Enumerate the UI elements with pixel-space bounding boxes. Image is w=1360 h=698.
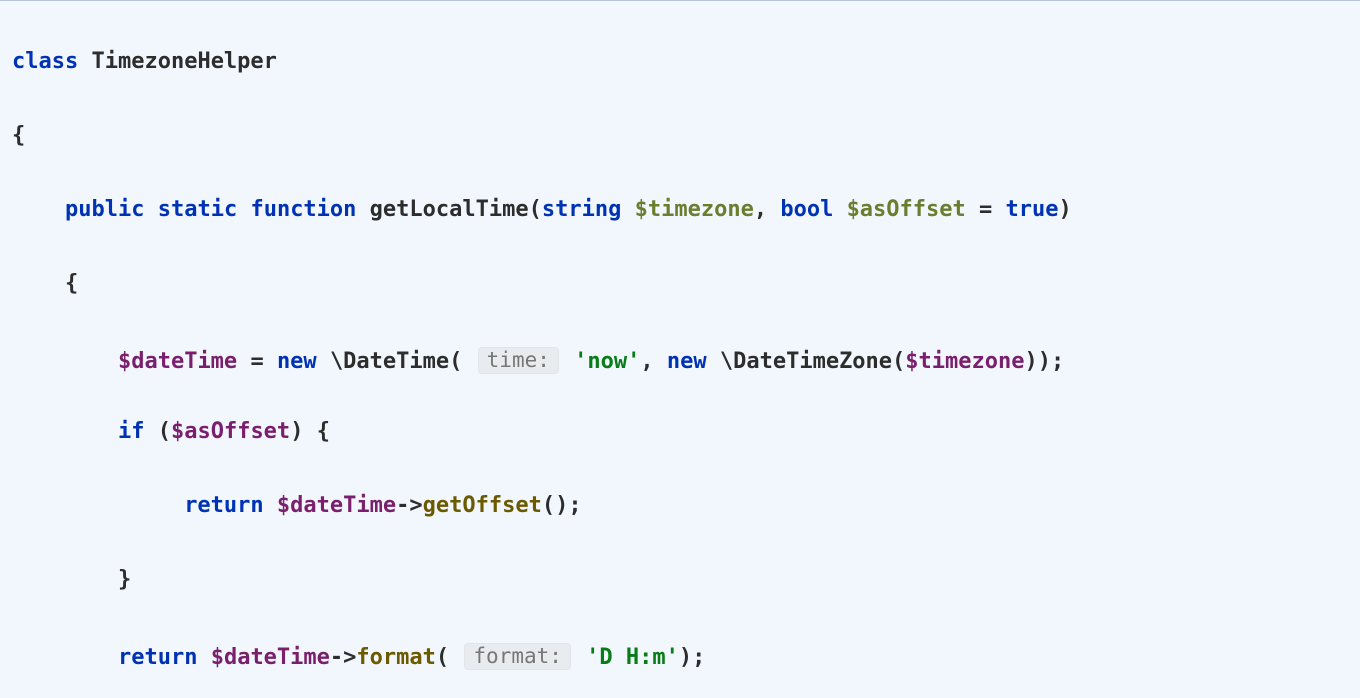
paren-close: )) [1025,349,1052,374]
paren-close: ) [1059,197,1072,222]
paren-open: ( [436,645,449,670]
paren-open: ( [449,349,462,374]
brace-close: } [118,567,131,592]
parens: () [542,493,569,518]
code-line[interactable]: if ($asOffset) { [12,421,1360,473]
class-ref-datetimezone: \DateTimeZone [720,349,892,374]
method-getoffset: getOffset [423,493,542,518]
code-line[interactable]: return $dateTime->format( format: 'D H:m… [12,643,1360,695]
keyword-new: new [667,349,707,374]
keyword-new: new [277,349,317,374]
brace-open: { [317,419,330,444]
method-format: format [356,645,435,670]
keyword-return: return [118,645,197,670]
param-asoffset: $asOffset [847,197,966,222]
keyword-if: if [118,419,145,444]
string-now: 'now' [574,349,640,374]
keyword-class: class [12,49,78,74]
var-datetime: $dateTime [118,349,237,374]
code-line[interactable]: { [12,125,1360,177]
equals: = [250,349,263,374]
paren-close: ) [290,419,303,444]
paren-open: ( [892,349,905,374]
literal-true: true [1006,197,1059,222]
param-hint-format: format: [464,643,571,670]
var-asoffset: $asOffset [171,419,290,444]
var-datetime: $dateTime [277,493,396,518]
keyword-function: function [250,197,356,222]
keyword-static: static [158,197,237,222]
param-hint-time: time: [478,347,559,374]
comma: , [754,197,767,222]
semicolon: ; [692,645,705,670]
code-line[interactable]: } [12,569,1360,621]
paren-open: ( [529,197,542,222]
string-dhm: 'D H:m' [586,645,679,670]
code-line[interactable]: public static function getLocalTime(stri… [12,199,1360,251]
keyword-public: public [65,197,144,222]
code-editor[interactable]: class TimezoneHelper { public static fun… [0,0,1360,698]
semicolon: ; [1051,349,1064,374]
paren-open: ( [158,419,171,444]
equals: = [979,197,992,222]
function-name: getLocalTime [370,197,529,222]
class-ref-datetime: \DateTime [330,349,449,374]
var-timezone: $timezone [905,349,1024,374]
arrow: -> [330,645,357,670]
semicolon: ; [568,493,581,518]
class-name: TimezoneHelper [91,49,276,74]
arrow: -> [396,493,423,518]
param-timezone: $timezone [635,197,754,222]
var-datetime: $dateTime [211,645,330,670]
brace-open: { [65,271,78,296]
comma: , [640,349,653,374]
code-line[interactable]: { [12,273,1360,325]
paren-close: ) [679,645,692,670]
code-line[interactable]: $dateTime = new \DateTime( time: 'now', … [12,347,1360,399]
brace-open: { [12,123,25,148]
type-string: string [542,197,621,222]
type-bool: bool [780,197,833,222]
code-line[interactable]: return $dateTime->getOffset(); [12,495,1360,547]
keyword-return: return [184,493,263,518]
code-line[interactable]: class TimezoneHelper [12,51,1360,103]
